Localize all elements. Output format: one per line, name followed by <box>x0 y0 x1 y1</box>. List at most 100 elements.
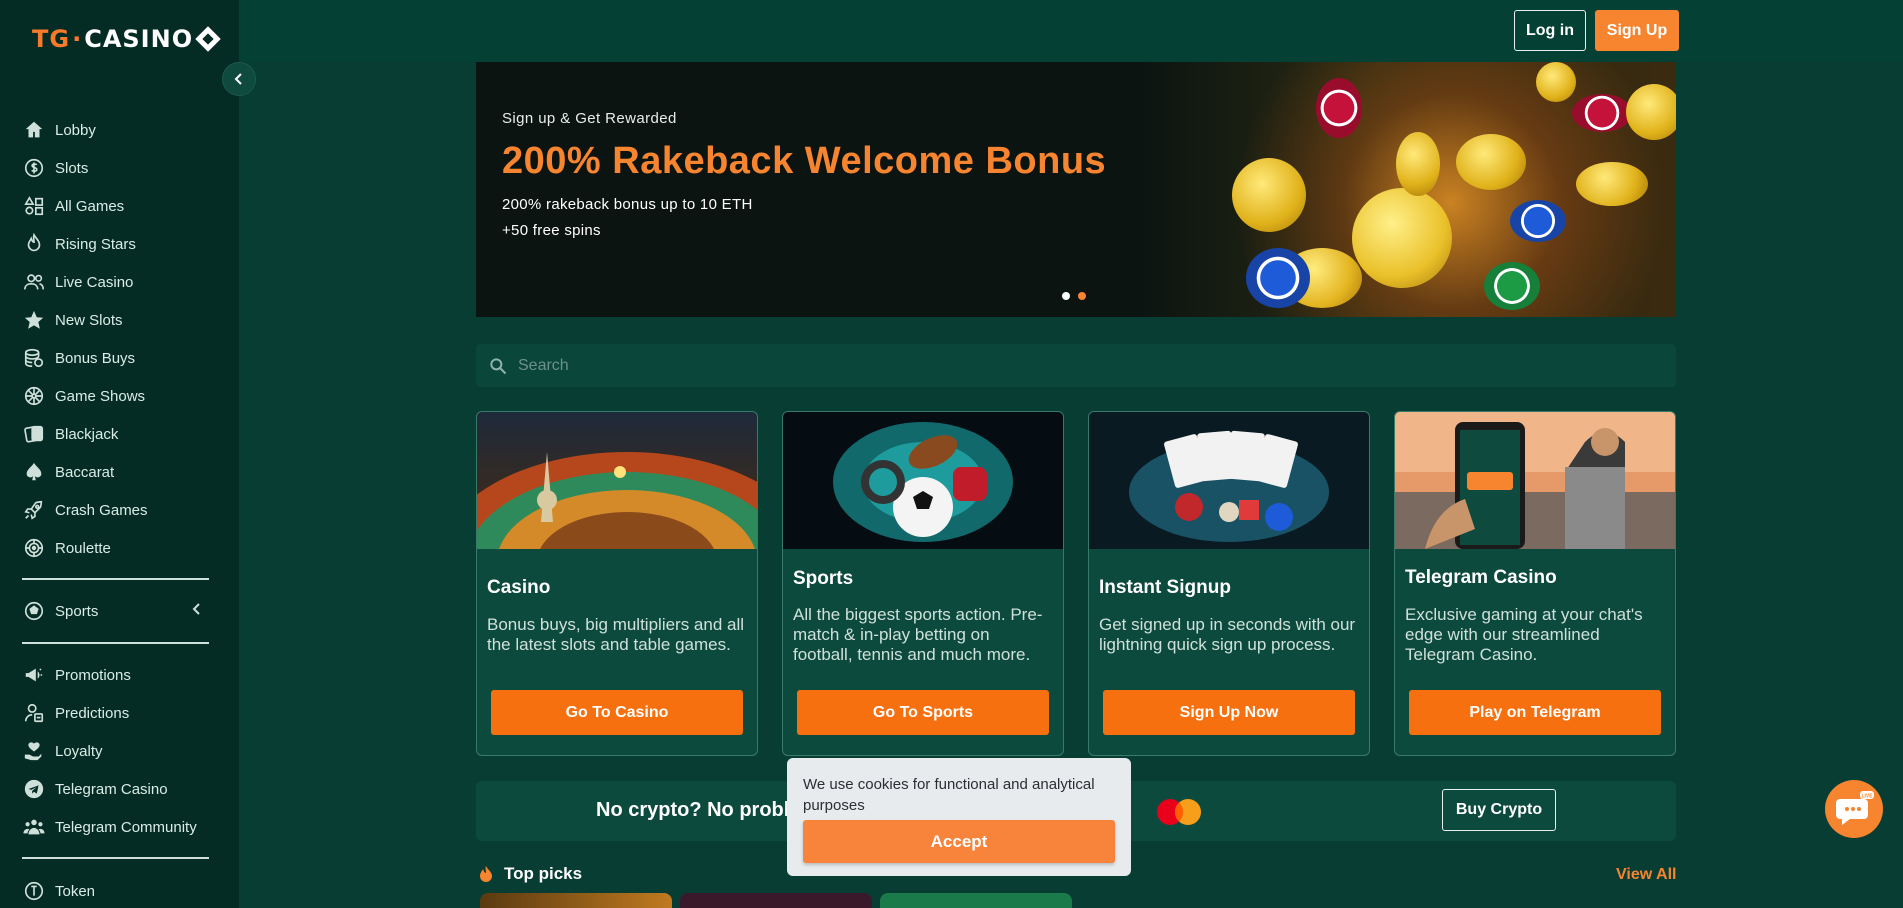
carousel-dot[interactable] <box>1062 292 1070 300</box>
coin-image <box>1536 62 1576 102</box>
card-description: Bonus buys, big multipliers and all the … <box>487 615 745 654</box>
sidebar-nav-main: Lobby Slots All Games Rising Stars Live Casi… <box>0 111 148 567</box>
banner-line-1: 200% rakeback bonus up to 10 ETH <box>502 196 753 213</box>
logo-text: CASINO <box>84 25 194 53</box>
banner-title: 200% Rakeback Welcome Bonus <box>502 140 1107 182</box>
sidebar-item-sports[interactable]: Sports <box>0 592 239 630</box>
game-tile[interactable] <box>680 893 872 908</box>
heart-hand-icon <box>22 739 46 763</box>
accept-cookies-button[interactable]: Accept <box>803 820 1115 863</box>
sidebar-item-token[interactable]: Token <box>0 872 95 908</box>
wheel-icon <box>22 384 46 408</box>
sidebar-item-bonus-buys[interactable]: Bonus Buys <box>0 339 148 377</box>
sidebar-item-telegram-community[interactable]: Telegram Community <box>0 808 197 846</box>
fire-icon <box>480 866 492 882</box>
sidebar-nav-secondary: Promotions Predictions Loyalty Telegram Cas… <box>0 656 197 846</box>
chip-image <box>1572 94 1632 132</box>
card-sports[interactable]: Sports All the biggest sports action. Pr… <box>782 411 1064 756</box>
sidebar-item-telegram-casino[interactable]: Telegram Casino <box>0 770 197 808</box>
sidebar-item-label: Rising Stars <box>55 235 136 253</box>
community-icon <box>22 815 46 839</box>
play-on-telegram-button[interactable]: Play on Telegram <box>1409 690 1661 735</box>
cookie-banner: We use cookies for functional and analyt… <box>787 758 1131 876</box>
sidebar-item-label: Token <box>55 882 96 900</box>
flame-icon <box>22 232 46 256</box>
carousel-dots <box>1062 292 1086 300</box>
login-button[interactable]: Log in <box>1514 10 1586 51</box>
view-all-link[interactable]: View All <box>1616 866 1676 884</box>
logo-prefix: TG <box>32 25 71 53</box>
go-to-sports-button[interactable]: Go To Sports <box>797 690 1049 735</box>
game-tile[interactable] <box>880 893 1072 908</box>
sidebar-item-all-games[interactable]: All Games <box>0 187 148 225</box>
chip-image <box>1510 200 1566 242</box>
live-badge: LIVE <box>1861 794 1873 800</box>
card-instant-signup[interactable]: Instant Signup Get signed up in seconds … <box>1088 411 1370 756</box>
sidebar-item-label: Telegram Casino <box>55 780 168 798</box>
sign-up-now-button[interactable]: Sign Up Now <box>1103 690 1355 735</box>
sidebar-item-label: Game Shows <box>55 387 146 405</box>
sidebar-item-label: All Games <box>55 197 125 215</box>
sidebar-divider <box>22 578 209 580</box>
signup-card-image <box>1089 412 1369 549</box>
chip-image <box>1484 262 1540 310</box>
card-description: All the biggest sports action. Pre-match… <box>793 605 1043 664</box>
sidebar-item-lobby[interactable]: Lobby <box>0 111 148 149</box>
sidebar-item-predictions[interactable]: Predictions <box>0 694 197 732</box>
sidebar-item-label: Promotions <box>55 666 131 684</box>
sidebar-divider <box>22 857 209 859</box>
top-picks-heading: Top picks <box>478 864 582 884</box>
chevron-left-icon <box>234 73 242 85</box>
telegram-card-image <box>1395 412 1675 549</box>
sidebar-item-label: Sports <box>55 602 99 620</box>
rocket-icon <box>22 498 46 522</box>
brand-logo[interactable]: TG · CASINO <box>32 25 221 53</box>
carousel-dot-active[interactable] <box>1078 292 1086 300</box>
sidebar-item-live-casino[interactable]: Live Casino <box>0 263 148 301</box>
sidebar-item-game-shows[interactable]: Game Shows <box>0 377 148 415</box>
logo-diamond-icon <box>195 26 221 52</box>
sidebar-item-blackjack[interactable]: Blackjack <box>0 415 148 453</box>
banner-line-2: +50 free spins <box>502 222 601 239</box>
sidebar-item-slots[interactable]: Slots <box>0 149 148 187</box>
promo-banner[interactable]: Sign up & Get Rewarded 200% Rakeback Wel… <box>476 62 1676 317</box>
signup-button[interactable]: Sign Up <box>1595 10 1679 51</box>
coin-image <box>1396 132 1440 196</box>
sidebar-item-label: Lobby <box>55 121 96 139</box>
home-icon <box>22 118 46 142</box>
buy-crypto-button[interactable]: Buy Crypto <box>1442 789 1556 831</box>
game-tile[interactable] <box>480 893 672 908</box>
chip-image <box>1246 248 1310 308</box>
sidebar-item-loyalty[interactable]: Loyalty <box>0 732 197 770</box>
sidebar-item-rising-stars[interactable]: Rising Stars <box>0 225 148 263</box>
sidebar-item-crash-games[interactable]: Crash Games <box>0 491 148 529</box>
sidebar-item-label: Baccarat <box>55 463 115 481</box>
crypto-text: No crypto? No proble <box>596 799 801 821</box>
sidebar-item-baccarat[interactable]: Baccarat <box>0 453 148 491</box>
search-bar[interactable] <box>476 344 1676 387</box>
collapse-sidebar-button[interactable] <box>222 62 256 96</box>
sidebar-item-promotions[interactable]: Promotions <box>0 656 197 694</box>
sidebar-item-roulette[interactable]: Roulette <box>0 529 148 567</box>
search-input[interactable] <box>518 356 1618 375</box>
card-title: Casino <box>487 577 551 598</box>
coin-image <box>1456 134 1526 190</box>
card-casino[interactable]: Casino Bonus buys, big multipliers and a… <box>476 411 758 756</box>
sidebar-item-label: Loyalty <box>55 742 103 760</box>
sidebar-item-new-slots[interactable]: New Slots <box>0 301 148 339</box>
star-icon <box>22 308 46 332</box>
sidebar-item-label: Bonus Buys <box>55 349 136 367</box>
sidebar-divider <box>22 642 209 644</box>
users-icon <box>22 270 46 294</box>
top-picks-label: Top picks <box>504 864 583 883</box>
coin-image <box>1352 188 1452 288</box>
card-telegram-casino[interactable]: Telegram Casino Exclusive gaming at your… <box>1394 411 1676 756</box>
go-to-casino-button[interactable]: Go To Casino <box>491 690 743 735</box>
chevron-left-icon[interactable] <box>191 602 203 620</box>
coin-stack-icon <box>22 346 46 370</box>
live-chat-button[interactable]: LIVE <box>1825 780 1883 838</box>
chip-image <box>1316 78 1362 138</box>
card-title: Instant Signup <box>1099 577 1231 598</box>
coin-image <box>1576 162 1648 206</box>
banner-kicker: Sign up & Get Rewarded <box>502 110 677 127</box>
